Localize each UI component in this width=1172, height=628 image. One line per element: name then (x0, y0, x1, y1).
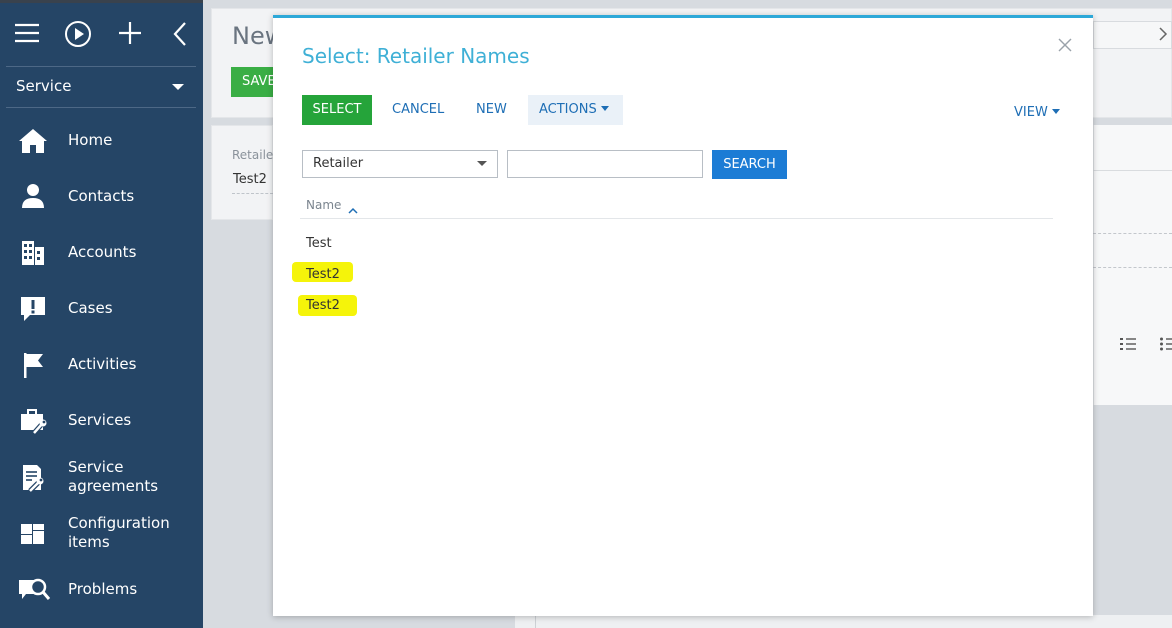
bottom-divider (535, 615, 536, 628)
sidebar-item-label: Accounts (68, 242, 137, 261)
sidebar-item-label: Activities (68, 354, 137, 373)
collapse-chevron-icon[interactable] (170, 20, 200, 50)
sidebar-item-contacts[interactable]: Contacts (0, 171, 203, 221)
sidebar-item-service-agreements[interactable]: Service agreements (0, 452, 203, 502)
sidebar-item-activities[interactable]: Activities (0, 339, 203, 389)
flag-icon (18, 351, 48, 379)
chevron-right-icon[interactable] (1158, 26, 1168, 46)
retailer-field-value[interactable]: Test2 (233, 172, 267, 187)
actions-label: ACTIONS (539, 102, 597, 117)
list-item[interactable]: Test (306, 236, 332, 251)
column-header-name[interactable]: Name (306, 198, 341, 212)
bullet-list-icon[interactable] (1160, 336, 1172, 352)
filter-column-select[interactable]: Retailer (302, 150, 498, 178)
retailer-field-label: Retailer (232, 148, 279, 162)
right-panel (1093, 125, 1172, 405)
plus-icon[interactable] (117, 20, 147, 50)
sidebar-item-label: Services (68, 410, 132, 429)
sidebar-item-label: Service agreements (68, 458, 159, 495)
sidebar-item-home[interactable]: Home (0, 115, 203, 165)
chevron-down-icon (600, 105, 609, 111)
document-wrench-icon (18, 464, 48, 493)
menu-icon[interactable] (14, 20, 44, 50)
sidebar-item-accounts[interactable]: Accounts (0, 227, 203, 277)
sidebar-item-label: Home (68, 130, 113, 149)
home-icon (18, 127, 48, 155)
select-button[interactable]: SELECT (302, 95, 372, 125)
sidebar-toolbar (14, 20, 194, 52)
blocks-icon (18, 520, 48, 548)
building-icon (18, 239, 48, 267)
workplace-label: Service (16, 77, 72, 95)
exclamation-bubble-icon (18, 295, 48, 323)
sidebar-top-strip (0, 0, 203, 3)
dialog-title: Select: Retailer Names (302, 44, 530, 68)
dashed-divider (1093, 267, 1172, 268)
person-icon (18, 183, 48, 211)
play-icon[interactable] (64, 20, 94, 50)
view-button[interactable]: VIEW (1014, 98, 1060, 128)
cancel-button[interactable]: CANCEL (392, 95, 444, 125)
sort-ascending-icon[interactable] (347, 201, 359, 214)
view-label: VIEW (1014, 105, 1048, 120)
chevron-down-icon (477, 161, 487, 166)
sidebar-item-label: Cases (68, 298, 113, 317)
list-item[interactable]: Test2 (306, 267, 340, 282)
sidebar-item-label: Problems (68, 579, 138, 598)
dashed-divider (1093, 233, 1172, 234)
list-item[interactable]: Test2 (306, 298, 340, 313)
briefcase-wrench-icon (18, 407, 48, 435)
workplace-dropdown[interactable]: Service (16, 72, 188, 100)
field-underline (232, 193, 273, 194)
sidebar-item-problems[interactable]: Problems (0, 564, 203, 614)
sidebar: Service Home Contacts Accounts Cases Act… (0, 0, 203, 628)
magnifier-bubble-icon (18, 576, 51, 604)
sidebar-item-configuration-items[interactable]: Configuration items (0, 508, 203, 558)
bottom-strip (515, 615, 1172, 628)
chevron-down-icon (172, 84, 184, 90)
sidebar-item-cases[interactable]: Cases (0, 283, 203, 333)
chevron-down-icon (1051, 108, 1060, 114)
grid-header-divider (300, 218, 1053, 219)
sidebar-item-services[interactable]: Services (0, 395, 203, 445)
numbered-list-icon[interactable] (1120, 336, 1136, 352)
sidebar-divider (6, 66, 196, 67)
close-icon[interactable] (1058, 37, 1074, 53)
divider (1093, 170, 1172, 171)
actions-button[interactable]: ACTIONS (528, 95, 623, 125)
sidebar-divider (6, 107, 196, 108)
search-input[interactable] (507, 150, 703, 178)
lookup-dialog: Select: Retailer Names SELECT CANCEL NEW… (273, 15, 1093, 616)
new-button[interactable]: NEW (476, 95, 507, 125)
filter-column-value: Retailer (313, 156, 364, 171)
sidebar-item-label: Contacts (68, 186, 135, 205)
sidebar-item-label: Configuration items (68, 514, 170, 551)
search-button[interactable]: SEARCH (712, 150, 787, 179)
